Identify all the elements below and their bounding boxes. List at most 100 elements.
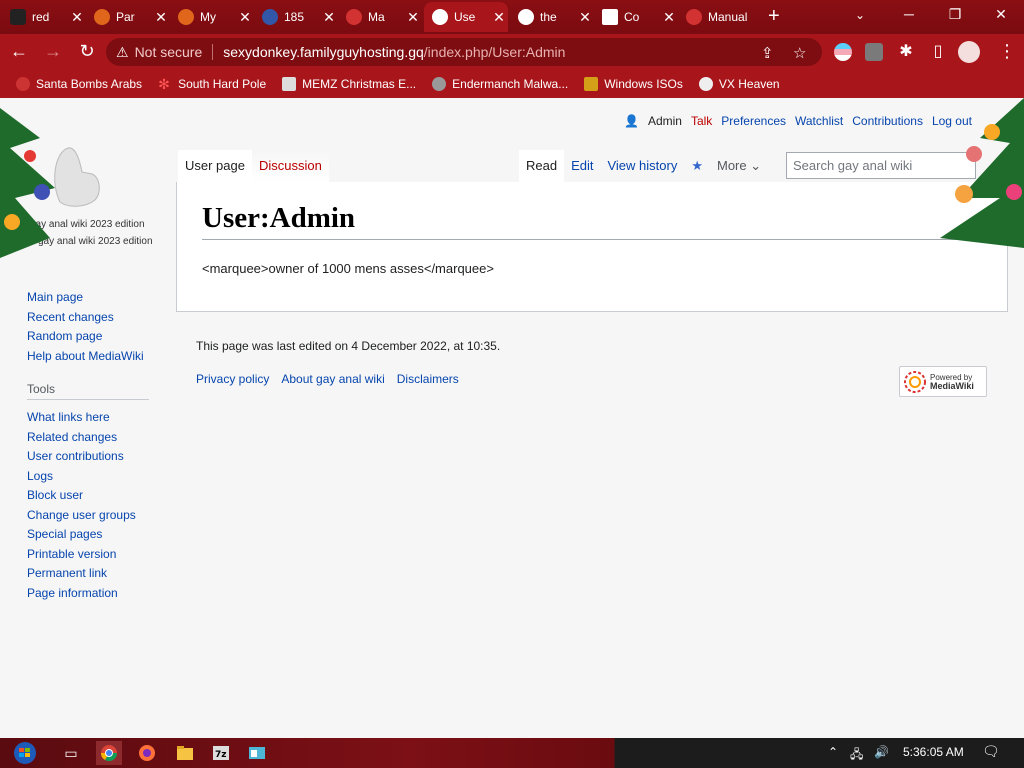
browser-tab-active[interactable]: Use ✕ <box>424 2 508 32</box>
tools-what-links-here[interactable]: What links here <box>27 408 149 428</box>
footer-privacy-link[interactable]: Privacy policy <box>196 372 269 386</box>
browser-tab[interactable]: red ✕ <box>2 2 84 32</box>
share-icon[interactable]: ⇪ <box>761 44 774 62</box>
nav-recent-changes[interactable]: Recent changes <box>27 308 144 328</box>
tools-block-user[interactable]: Block user <box>27 486 149 506</box>
mediawiki-flower-icon <box>904 370 926 393</box>
network-icon[interactable]: 🖧 <box>850 745 863 766</box>
view-tabs: Read Edit View history ★ More ⌄ <box>519 150 768 182</box>
close-tab-icon[interactable]: ✕ <box>492 9 506 26</box>
url-path[interactable]: /index.php/User:Admin <box>424 44 566 60</box>
forward-icon[interactable]: → <box>42 41 64 62</box>
close-tab-icon[interactable]: ✕ <box>662 9 676 26</box>
close-tab-icon[interactable]: ✕ <box>154 9 168 26</box>
tools-printable-version[interactable]: Printable version <box>27 545 149 565</box>
bookmark-item[interactable]: Windows ISOs <box>584 77 683 91</box>
tab-search-icon[interactable]: ⌄ <box>855 8 865 22</box>
footer-disclaimers-link[interactable]: Disclaimers <box>397 372 459 386</box>
browser-tab[interactable]: Par ✕ <box>86 2 168 32</box>
tab-favicon-icon <box>346 9 362 25</box>
christmas-tree-decoration-right <box>940 98 1024 248</box>
watchlist-link[interactable]: Watchlist <box>795 114 843 128</box>
tools-change-user-groups[interactable]: Change user groups <box>27 506 149 526</box>
back-icon[interactable]: ← <box>8 41 30 62</box>
restore-icon[interactable]: ❐ <box>940 6 970 23</box>
tools-special-pages[interactable]: Special pages <box>27 525 149 545</box>
address-bar[interactable]: ⚠ Not secure sexydonkey.familyguyhosting… <box>106 38 822 66</box>
side-panel-icon[interactable]: ▯ <box>927 41 949 61</box>
contributions-link[interactable]: Contributions <box>852 114 923 128</box>
bookmark-item[interactable]: MEMZ Christmas E... <box>282 77 416 91</box>
page-title: User:Admin <box>202 202 982 240</box>
browser-tab[interactable]: 185 ✕ <box>254 2 336 32</box>
preferences-link[interactable]: Preferences <box>721 114 786 128</box>
profile-avatar-icon[interactable] <box>958 41 980 63</box>
file-explorer-icon[interactable] <box>172 741 198 765</box>
bookmark-label: South Hard Pole <box>178 77 267 91</box>
footer-about-link[interactable]: About gay anal wiki <box>281 372 384 386</box>
close-tab-icon[interactable]: ✕ <box>406 9 420 26</box>
tools-logs[interactable]: Logs <box>27 467 149 487</box>
tools-related-changes[interactable]: Related changes <box>27 428 149 448</box>
tab-title: Manual <box>708 10 748 24</box>
more-menu[interactable]: More ⌄ <box>710 150 768 182</box>
bookmark-item[interactable]: VX Heaven <box>698 77 780 91</box>
bookmark-item[interactable]: Santa Bombs Arabs <box>16 77 142 91</box>
nav-help[interactable]: Help about MediaWiki <box>27 347 144 367</box>
firefox-taskbar-icon[interactable] <box>134 741 160 765</box>
start-button-icon[interactable] <box>10 741 40 765</box>
close-window-icon[interactable]: ✕ <box>986 6 1016 23</box>
app-window-icon[interactable] <box>244 741 270 765</box>
watch-star-icon[interactable]: ★ <box>684 150 710 182</box>
tools-page-information[interactable]: Page information <box>27 584 149 604</box>
task-view-icon[interactable]: ▭ <box>58 741 84 765</box>
tools-user-contributions[interactable]: User contributions <box>27 447 149 467</box>
tab-read[interactable]: Read <box>519 150 565 182</box>
tab-view-history[interactable]: View history <box>600 150 684 182</box>
bookmark-star-icon[interactable]: ☆ <box>793 44 806 62</box>
taskbar-clock[interactable]: 5:36:05 AM <box>903 745 964 759</box>
user-icon: 👤 <box>623 114 639 128</box>
tab-title: My <box>200 10 216 24</box>
tab-edit[interactable]: Edit <box>564 150 600 182</box>
menu-kebab-icon[interactable]: ⋮ <box>996 41 1018 62</box>
nav-main-page[interactable]: Main page <box>27 288 144 308</box>
bookmark-item[interactable]: Endermanch Malwa... <box>432 77 568 91</box>
notifications-icon[interactable]: 🗨 <box>982 743 1000 760</box>
close-tab-icon[interactable]: ✕ <box>70 9 84 26</box>
powered-line2: MediaWiki <box>930 380 974 391</box>
personal-tools: 👤 Admin Talk Preferences Watchlist Contr… <box>624 114 972 128</box>
powered-by-mediawiki-badge[interactable]: Powered by MediaWiki <box>899 366 987 397</box>
close-tab-icon[interactable]: ✕ <box>238 9 252 26</box>
browser-tab[interactable]: Co ✕ <box>594 2 676 32</box>
powered-text: Powered by MediaWiki <box>930 373 974 391</box>
volume-icon[interactable]: 🔊 <box>874 745 889 759</box>
tab-user-page[interactable]: User page <box>178 150 252 182</box>
close-tab-icon[interactable]: ✕ <box>578 9 592 26</box>
extension-s-icon[interactable] <box>865 43 883 61</box>
new-tab-icon[interactable]: + <box>768 6 780 26</box>
security-label[interactable]: Not secure <box>135 44 203 60</box>
tab-favicon-icon <box>262 9 278 25</box>
warning-icon[interactable]: ⚠ <box>116 44 129 61</box>
show-hidden-icons-icon[interactable]: ⌃ <box>828 745 838 759</box>
reload-icon[interactable]: ↻ <box>76 41 98 62</box>
chrome-taskbar-icon[interactable] <box>96 741 122 765</box>
bookmark-label: Windows ISOs <box>604 77 683 91</box>
nav-random-page[interactable]: Random page <box>27 327 144 347</box>
browser-tab[interactable]: My ✕ <box>170 2 252 32</box>
user-link[interactable]: Admin <box>648 114 682 128</box>
close-tab-icon[interactable]: ✕ <box>322 9 336 26</box>
minimize-icon[interactable]: ─ <box>894 6 924 22</box>
bookmark-item[interactable]: ✻ South Hard Pole <box>158 77 266 91</box>
browser-tab[interactable]: the ✕ <box>510 2 592 32</box>
talk-link[interactable]: Talk <box>691 114 712 128</box>
extension-flag-icon[interactable] <box>834 43 852 61</box>
url-host[interactable]: sexydonkey.familyguyhosting.gq <box>223 44 424 60</box>
tools-permanent-link[interactable]: Permanent link <box>27 564 149 584</box>
tab-discussion[interactable]: Discussion <box>251 150 329 182</box>
browser-tab[interactable]: Manual <box>678 2 748 32</box>
7zip-icon[interactable]: 7z <box>208 741 234 765</box>
browser-tab[interactable]: Ma ✕ <box>338 2 420 32</box>
extensions-puzzle-icon[interactable]: ✱ <box>895 41 917 61</box>
